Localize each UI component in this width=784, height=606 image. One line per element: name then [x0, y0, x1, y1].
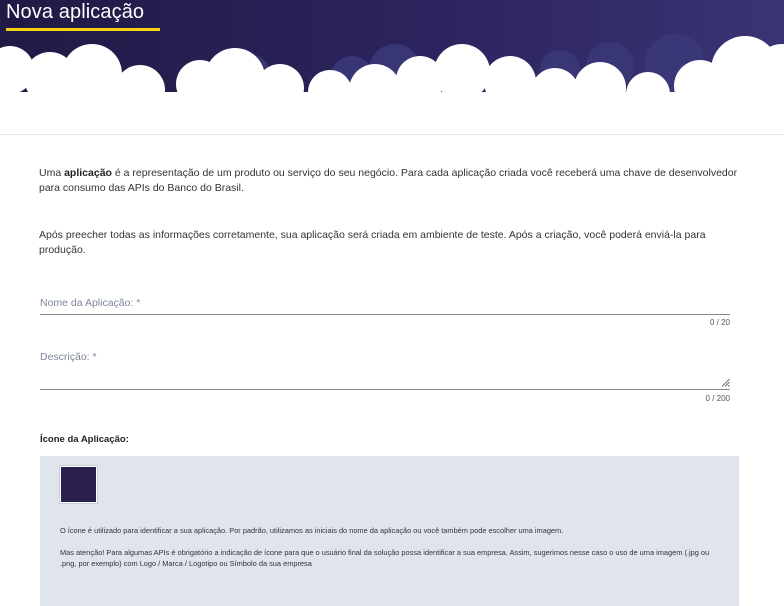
icon-section-title: Ícone da Aplicação:	[40, 434, 129, 445]
intro-paragraph: Uma aplicação é a representação de um pr…	[39, 166, 739, 196]
description-textarea[interactable]: Descrição: *	[40, 351, 730, 390]
header-banner: Nova aplicação	[0, 0, 784, 135]
intro-prefix: Uma	[39, 167, 65, 179]
icon-warning: Mas atenção! Para algumas APIs é obrigat…	[60, 548, 710, 568]
intro-bold: aplicação	[64, 167, 112, 179]
resize-handle-icon[interactable]	[721, 378, 730, 387]
description-label: Descrição: *	[40, 351, 97, 363]
app-name-label: Nome da Aplicação: *	[40, 297, 141, 309]
page-title: Nova aplicação	[6, 1, 145, 23]
icon-note: O ícone é utilizado para identificar a s…	[60, 526, 564, 535]
app-name-counter: 0 / 20	[709, 318, 730, 327]
app-icon-preview[interactable]	[59, 465, 98, 504]
info-paragraph: Após preecher todas as informações corre…	[39, 229, 706, 256]
icon-panel: O ícone é utilizado para identificar a s…	[40, 456, 739, 606]
app-name-input[interactable]: Nome da Aplicação: *	[40, 297, 730, 315]
title-underline	[6, 28, 160, 31]
intro-rest: é a representação de um produto ou servi…	[39, 167, 738, 194]
header-divider	[0, 134, 784, 135]
description-counter: 0 / 200	[705, 394, 730, 403]
